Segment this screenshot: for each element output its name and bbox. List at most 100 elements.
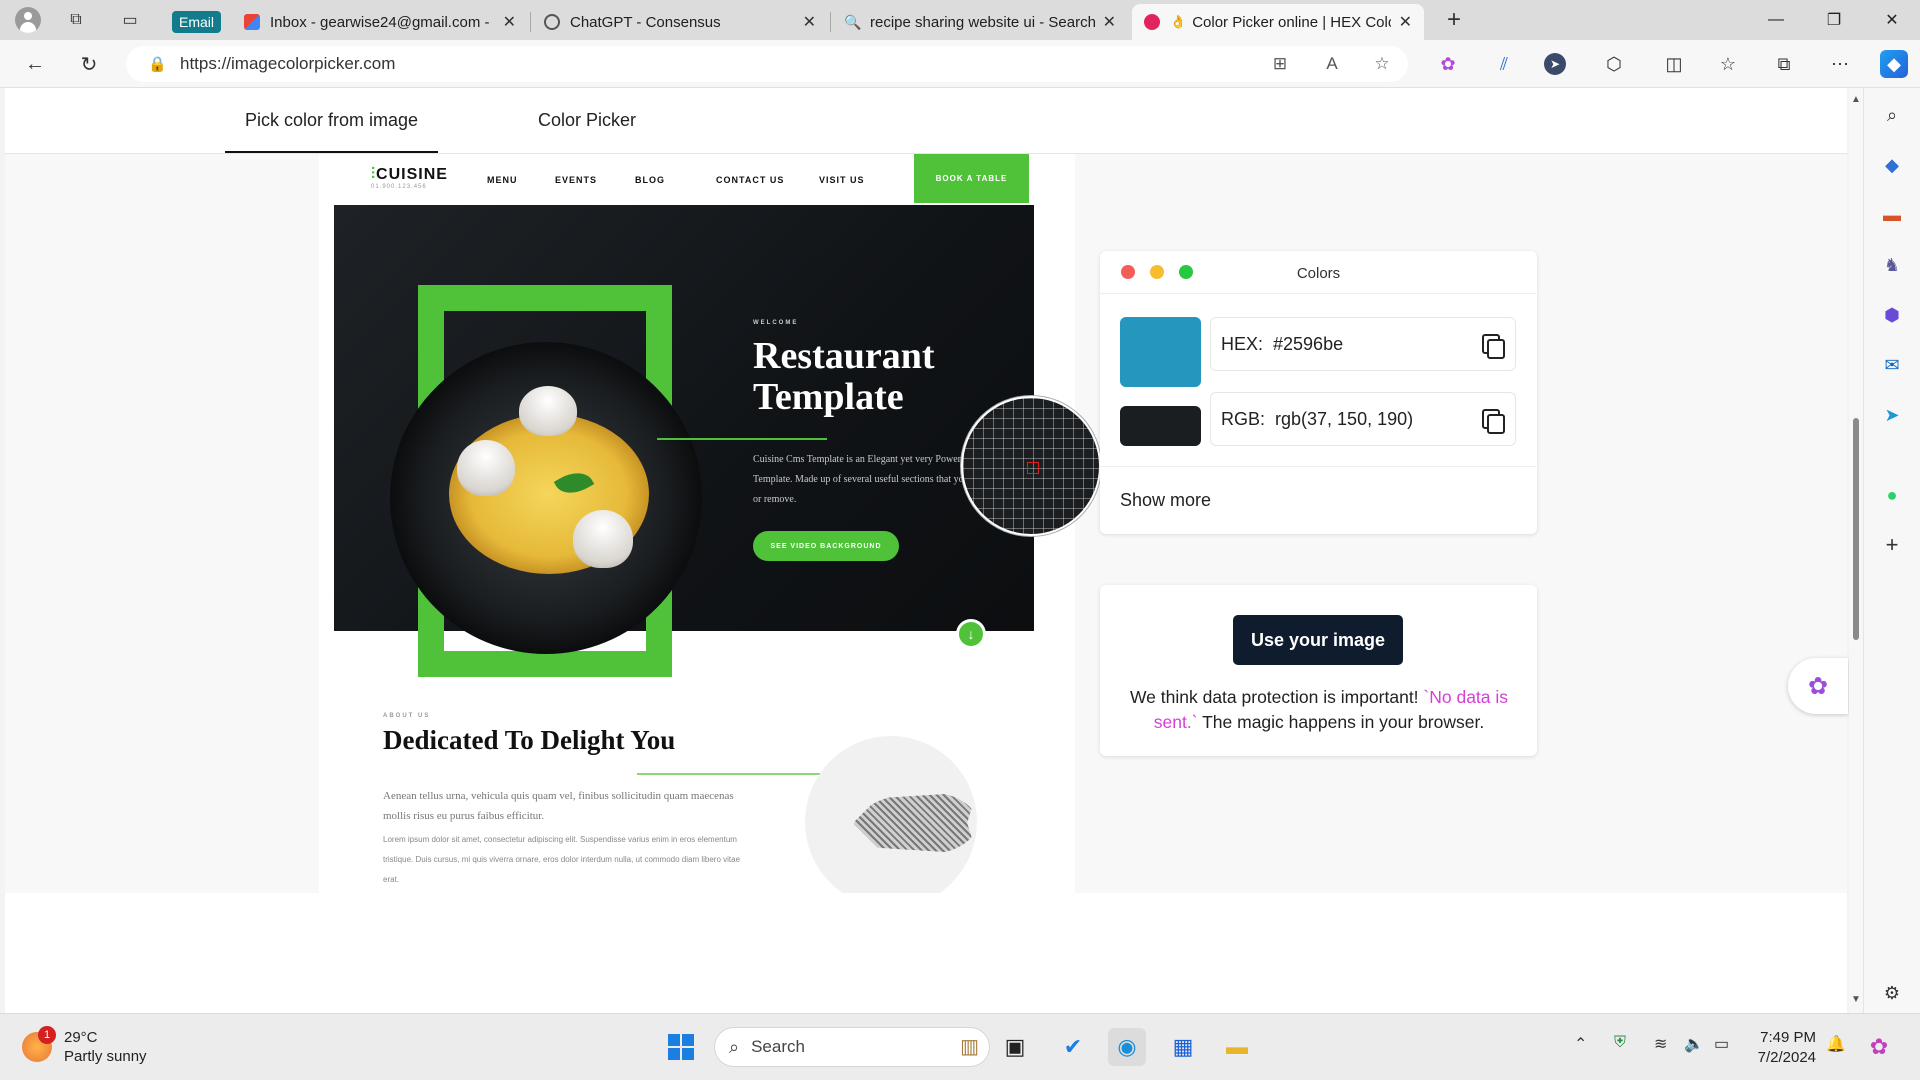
use-image-panel: Use your image We think data protection … — [1100, 585, 1537, 756]
close-tab-icon[interactable]: ✕ — [1399, 12, 1412, 32]
vertical-tabs-icon[interactable]: ▭ — [114, 6, 146, 34]
weather-sun-icon: 1 — [22, 1026, 56, 1062]
tab-search[interactable]: 🔍 recipe sharing website ui - Search ✕ — [832, 4, 1128, 40]
security-shield-icon[interactable]: ⛨ — [1614, 1034, 1626, 1052]
restore-icon[interactable]: ❐ — [1806, 0, 1862, 40]
hex-value: #2596be — [1273, 333, 1344, 354]
back-icon[interactable]: ← — [18, 48, 52, 80]
preview-about-paragraph: Aenean tellus urna, vehicula quis quam v… — [383, 790, 734, 822]
preview-site-nav: ⫶CUISINE 01.900.123.456 MENU EVENTS BLOG… — [319, 154, 1075, 205]
tab-title: Inbox - gearwise24@gmail.com - — [270, 13, 490, 31]
rgb-label: RGB: — [1221, 408, 1266, 429]
extensions-icon[interactable]: ⬡ — [1600, 50, 1628, 78]
tab-title: recipe sharing website ui - Search — [870, 13, 1095, 31]
hex-field[interactable]: HEX: #2596be — [1210, 317, 1516, 371]
analytics-extension-icon[interactable]: ⫽ — [1490, 50, 1518, 78]
telegram-icon[interactable]: ➤ — [1879, 402, 1905, 428]
volume-icon[interactable]: 🔈 — [1684, 1034, 1704, 1054]
image-preview[interactable]: ⫶CUISINE 01.900.123.456 MENU EVENTS BLOG… — [319, 154, 1075, 893]
preview-scallop — [573, 510, 633, 568]
rgb-value: rgb(37, 150, 190) — [1275, 408, 1414, 429]
close-tab-icon[interactable]: ✕ — [503, 12, 516, 32]
close-tab-icon[interactable]: ✕ — [1103, 12, 1116, 32]
edge-browser-icon[interactable]: ◉ — [1108, 1028, 1146, 1066]
favorites-icon[interactable]: ☆ — [1714, 50, 1742, 78]
weather-badge: 1 — [38, 1026, 56, 1044]
url-text: https://imagecolorpicker.com — [180, 54, 396, 73]
notification-bell-icon[interactable]: 🔔 — [1826, 1034, 1846, 1054]
wifi-icon[interactable]: ≋ — [1654, 1034, 1667, 1054]
read-aloud-icon[interactable]: A — [1318, 50, 1346, 78]
favorite-star-icon[interactable]: ☆ — [1368, 50, 1396, 78]
app-available-icon[interactable]: ⊞ — [1266, 50, 1294, 78]
page-viewport: Pick color from image Color Picker ⫶CUIS… — [5, 88, 1847, 1013]
floating-brain-icon[interactable]: ✿ — [1788, 658, 1848, 714]
settings-gear-icon[interactable]: ⚙ — [1879, 980, 1905, 1006]
preview-scallop — [519, 386, 577, 436]
collections-icon[interactable]: ⧉ — [1770, 50, 1798, 78]
windows-start-icon[interactable] — [662, 1028, 700, 1066]
color-swatch-primary[interactable] — [1120, 317, 1201, 387]
tools-briefcase-icon[interactable]: ▬ — [1879, 202, 1905, 228]
preview-nav-blog: BLOG — [635, 175, 665, 185]
taskbar-search[interactable]: ⌕ Search ▥ — [714, 1027, 990, 1067]
tab-color-picker[interactable]: Color Picker — [538, 110, 636, 131]
show-more-link[interactable]: Show more — [1120, 490, 1211, 511]
show-hidden-icons-icon[interactable]: ⌃ — [1574, 1034, 1587, 1054]
microsoft-store-icon[interactable]: ▦ — [1164, 1028, 1202, 1066]
tab-color-picker[interactable]: 👌 Color Picker online | HEX Color ✕ — [1132, 4, 1424, 40]
split-screen-icon[interactable]: ◫ — [1660, 50, 1688, 78]
search-placeholder: Search — [751, 1037, 805, 1056]
colors-panel: Colors HEX: #2596be RGB: rgb(37, 150, 19… — [1100, 251, 1537, 534]
clock-time: 7:49 PM — [1760, 1029, 1816, 1046]
add-icon[interactable]: + — [1879, 532, 1905, 558]
search-icon[interactable]: ⌕ — [1879, 102, 1905, 128]
edge-sidebar: ⌕ ◆ ▬ ♞ ⬢ ✉ ➤ ● + ⚙ — [1863, 88, 1920, 1013]
preview-nav-contact: CONTACT US — [716, 175, 785, 185]
more-menu-icon[interactable]: ⋯ — [1826, 50, 1854, 78]
tab-pick-color-from-image[interactable]: Pick color from image — [225, 110, 439, 153]
preview-nav-events: EVENTS — [555, 175, 598, 185]
copy-icon[interactable] — [1479, 332, 1505, 359]
color-picker-icon — [1144, 14, 1160, 30]
close-tab-icon[interactable]: ✕ — [803, 12, 816, 32]
address-bar[interactable]: 🔒 https://imagecolorpicker.com — [126, 46, 1408, 82]
copy-icon[interactable] — [1479, 407, 1505, 434]
battery-icon[interactable]: ▭ — [1714, 1034, 1729, 1054]
weather-temperature: 29°C — [64, 1029, 98, 1046]
tab-chatgpt[interactable]: ChatGPT - Consensus ✕ — [532, 4, 828, 40]
page-tab-bar: Pick color from image Color Picker — [5, 88, 1847, 154]
tab-group-label: Email — [172, 11, 222, 33]
copilot-icon[interactable]: ◆ — [1880, 50, 1908, 78]
minimize-icon[interactable]: — — [1748, 0, 1804, 40]
scrollbar-thumb[interactable] — [1853, 418, 1859, 640]
weather-widget[interactable]: 1 29°C Partly sunny — [22, 1026, 147, 1066]
outlook-icon[interactable]: ✉ — [1879, 352, 1905, 378]
tab-gmail[interactable]: Inbox - gearwise24@gmail.com - ✕ — [232, 4, 528, 40]
file-explorer-icon[interactable]: ▬ — [1218, 1028, 1256, 1066]
color-swatch-secondary[interactable] — [1120, 406, 1201, 446]
refresh-icon[interactable]: ↻ — [72, 48, 106, 80]
new-tab-button[interactable]: + — [1438, 6, 1470, 34]
copilot-taskbar-icon[interactable]: ✿ — [1860, 1028, 1898, 1066]
system-clock[interactable]: 7:49 PM 7/2/2024 — [1744, 1028, 1816, 1068]
cursor-extension-icon[interactable]: ➤ — [1544, 53, 1566, 75]
profile-icon[interactable] — [12, 6, 44, 34]
address-toolbar: ← ↻ 🔒 https://imagecolorpicker.com ⊞ A ☆… — [0, 40, 1920, 88]
workspaces-icon[interactable]: ⧉ — [60, 6, 92, 34]
whatsapp-icon[interactable]: ● — [1879, 482, 1905, 508]
shopping-tag-icon[interactable]: ◆ — [1879, 152, 1905, 178]
todo-check-icon[interactable]: ✔ — [1054, 1028, 1092, 1066]
scroll-down-icon[interactable]: ▼ — [1851, 994, 1861, 1005]
page-scrollbar[interactable]: ▲ ▼ — [1849, 88, 1863, 1013]
microsoft-365-icon[interactable]: ⬢ — [1879, 302, 1905, 328]
rgb-field[interactable]: RGB: rgb(37, 150, 190) — [1210, 392, 1516, 446]
copilot-brain-icon[interactable]: ✿ — [1434, 50, 1462, 78]
scroll-up-icon[interactable]: ▲ — [1851, 94, 1861, 105]
preview-book-button: BOOK A TABLE — [914, 154, 1029, 203]
task-view-icon[interactable]: ▣ — [996, 1028, 1034, 1066]
use-your-image-button[interactable]: Use your image — [1233, 615, 1403, 665]
tab-group-email[interactable]: Email — [168, 4, 224, 40]
close-window-icon[interactable]: ✕ — [1864, 0, 1920, 40]
games-icon[interactable]: ♞ — [1879, 252, 1905, 278]
